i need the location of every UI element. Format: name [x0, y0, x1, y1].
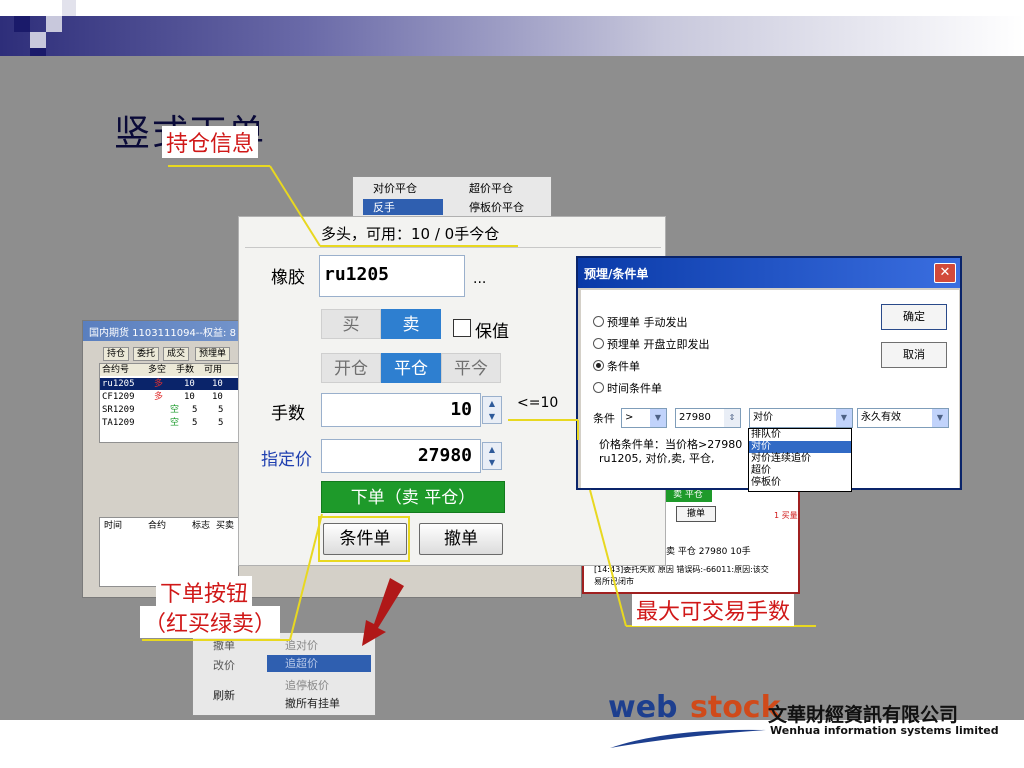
company-name-en: Wenhua information systems limited: [770, 724, 999, 737]
callout-max-qty: 最大可交易手数: [632, 594, 795, 626]
callout-position-info: 持仓信息: [162, 126, 259, 158]
logo-web: web: [608, 690, 678, 725]
callout-order-button-note: （红买绿卖）: [140, 606, 281, 638]
callout-order-button: 下单按钮: [156, 576, 253, 608]
logo-swoosh-icon: [610, 729, 766, 748]
callout-lines: [142, 165, 816, 641]
company-name-cn: 文華財經資訊有限公司: [768, 704, 959, 726]
logo-stock: stock: [690, 690, 781, 725]
